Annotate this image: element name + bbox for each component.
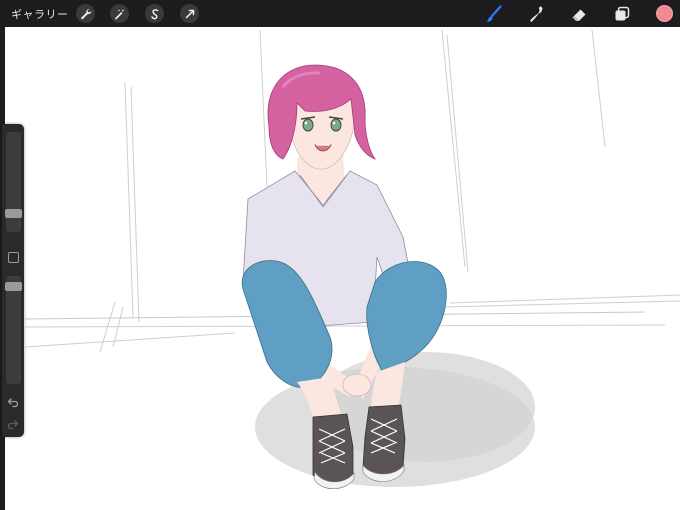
gallery-button[interactable]: ギャラリー [11, 6, 69, 22]
brush-size-slider[interactable] [5, 132, 22, 232]
layers-icon[interactable] [612, 4, 632, 24]
smudge-icon[interactable] [527, 4, 547, 24]
color-swatch[interactable] [656, 5, 673, 22]
opacity-thumb[interactable] [5, 282, 22, 291]
brush-size-thumb[interactable] [5, 209, 22, 218]
brush-sidebar [2, 124, 24, 437]
undo-arrow-icon[interactable] [7, 396, 19, 410]
eraser-icon[interactable] [569, 4, 589, 24]
selection-icon[interactable] [145, 4, 164, 23]
transform-arrow-icon[interactable] [180, 4, 199, 23]
wrench-icon[interactable] [76, 4, 95, 23]
modify-button[interactable] [8, 252, 19, 263]
opacity-slider[interactable] [5, 276, 22, 384]
redo-arrow-icon[interactable] [7, 418, 19, 432]
drawing-canvas[interactable] [5, 27, 680, 510]
magic-wand-icon[interactable] [110, 4, 129, 23]
brush-icon[interactable] [484, 4, 504, 24]
top-toolbar: ギャラリー [0, 0, 680, 27]
illustration-of-sitting-girl [24, 29, 680, 490]
